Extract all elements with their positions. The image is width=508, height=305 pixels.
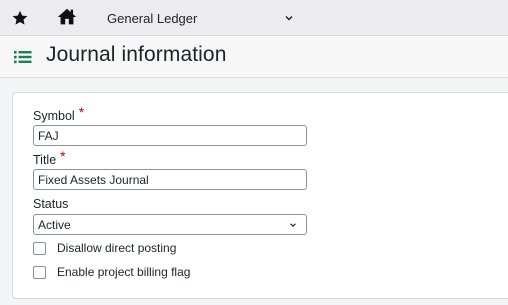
chevron-down-icon (285, 16, 293, 21)
disallow-direct-posting-checkbox[interactable] (33, 241, 46, 255)
disallow-direct-posting-row[interactable]: Disallow direct posting (33, 240, 176, 256)
title-input[interactable] (33, 169, 307, 190)
app-selector[interactable]: General Ledger (98, 5, 304, 31)
status-select[interactable]: Active (33, 214, 307, 235)
top-bar: General Ledger (0, 0, 508, 36)
journal-form-card: Symbol* Title* Status Active Disallow di… (12, 92, 508, 299)
title-label: Title * (33, 148, 66, 167)
star-icon[interactable] (11, 9, 29, 27)
page-header: Journal information (0, 36, 508, 78)
checkbox-label: Disallow direct posting (57, 241, 177, 255)
status-value: Active (38, 218, 71, 232)
enable-project-billing-checkbox[interactable] (33, 265, 46, 279)
home-icon[interactable] (56, 6, 78, 28)
symbol-label: Symbol * (33, 104, 85, 123)
symbol-input[interactable] (33, 125, 307, 146)
chevron-down-icon (290, 223, 296, 227)
enable-project-billing-row[interactable]: Enable project billing flag (33, 264, 190, 280)
app-selector-label: General Ledger (107, 10, 198, 26)
list-icon[interactable] (14, 50, 32, 64)
required-mark: * (78, 104, 85, 120)
page-title: Journal information (46, 43, 227, 66)
checkbox-label: Enable project billing flag (57, 265, 191, 279)
status-label: Status (33, 197, 69, 211)
required-mark: * (60, 148, 66, 164)
